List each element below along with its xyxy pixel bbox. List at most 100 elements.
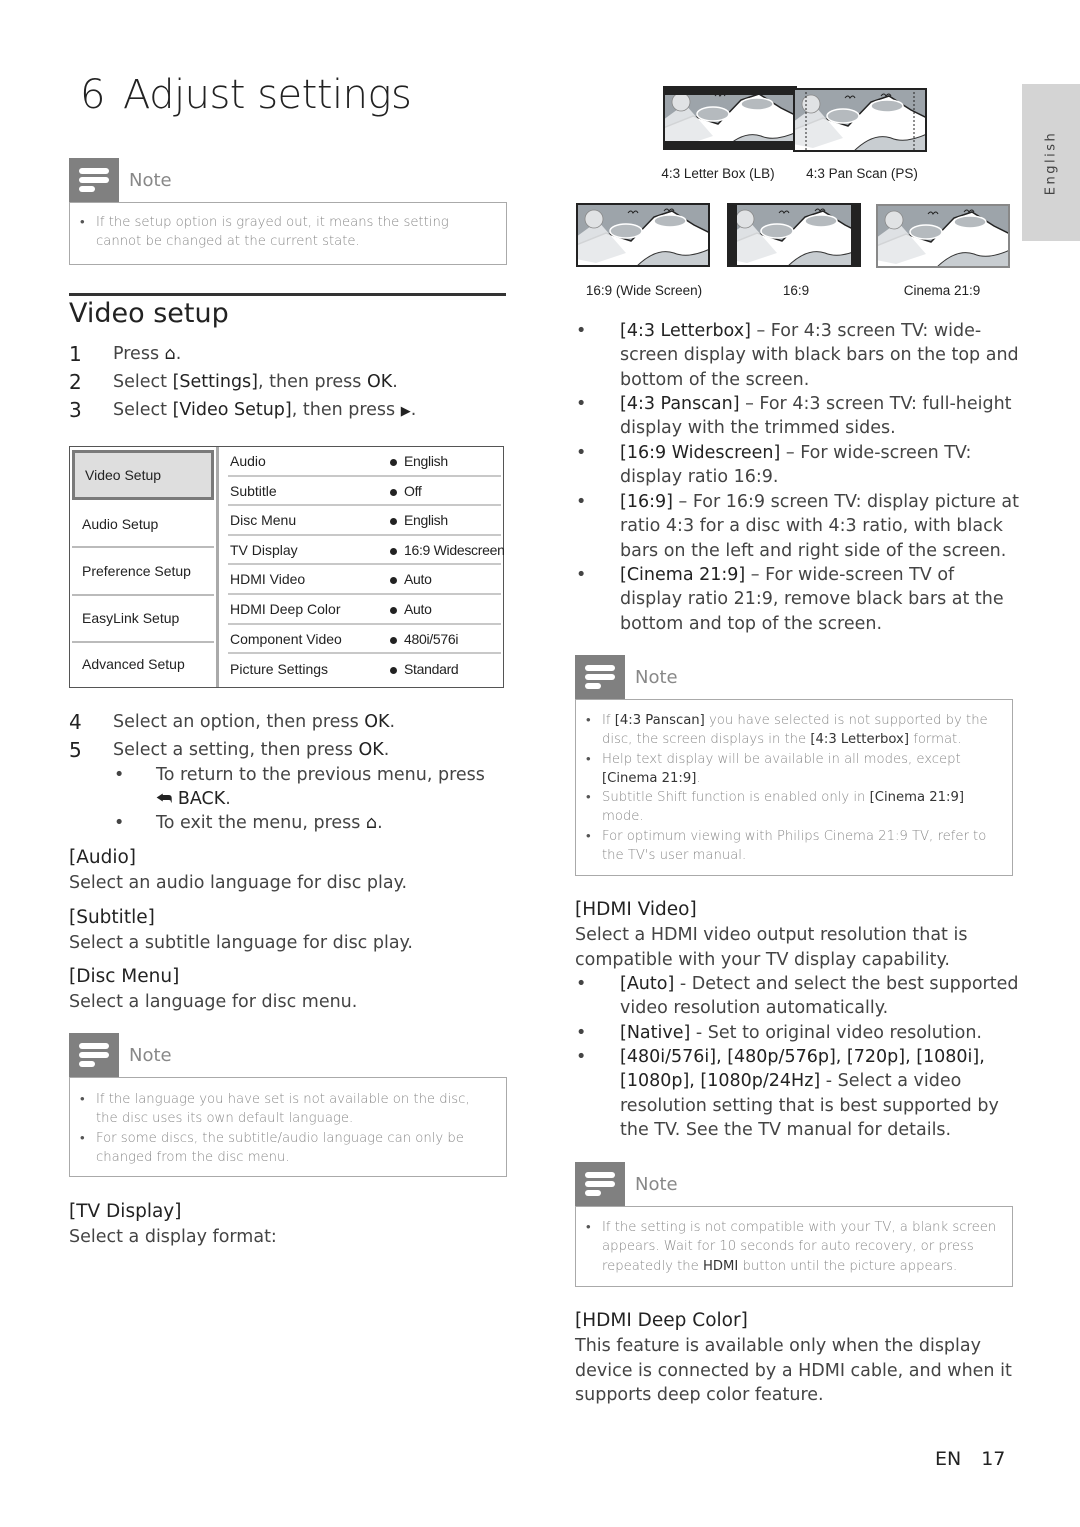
language-tab-label: English bbox=[1043, 130, 1059, 195]
step-number: 4 bbox=[69, 710, 82, 734]
play-icon: ▶ bbox=[400, 404, 411, 419]
option-bullet-icon bbox=[390, 667, 397, 674]
note-box: If [4:3 Panscan] you have selected is no… bbox=[575, 699, 1013, 876]
note-item: For some discs, the subtitle/audio langu… bbox=[76, 1129, 486, 1168]
note-item: For optimum viewing with Philips Cinema … bbox=[582, 827, 996, 866]
step-number: 5 bbox=[69, 738, 82, 762]
step-3: 3 Select [Video Setup], then press ▶. bbox=[69, 398, 417, 422]
note-item: If the setup option is grayed out, it me… bbox=[76, 213, 486, 252]
setting-desc-hdmi-video: Select a HDMI video output resolution th… bbox=[575, 925, 968, 970]
step-2: 2 Select [Settings], then press OK. bbox=[69, 370, 398, 394]
thumbnail-caption: 16:9 bbox=[782, 283, 810, 298]
setup-menu-screenshot: Video Setup Audio Setup Preference Setup… bbox=[69, 446, 505, 688]
setting-heading-disc-menu: [Disc Menu] bbox=[69, 966, 180, 987]
format-bullet-16-9: • [16:9] – For 16:9 screen TV: display pi… bbox=[576, 492, 1019, 561]
language-tab: English bbox=[1022, 84, 1080, 241]
option-bullet-icon bbox=[390, 488, 397, 496]
setting-desc-tv-display: Select a display format: bbox=[69, 1227, 277, 1247]
menu-option-component-video[interactable]: Component Video 480i/576i bbox=[228, 625, 501, 655]
thumbnail-panscan bbox=[793, 88, 927, 152]
setting-desc-audio: Select an audio language for disc play. bbox=[69, 873, 408, 893]
chapter-title: 6 Adjust settings bbox=[80, 72, 412, 118]
menu-option-picture-settings[interactable]: Picture Settings Standard bbox=[228, 655, 501, 685]
option-bullet-icon bbox=[390, 607, 397, 614]
format-bullet-letterbox: • [4:3 Letterbox] – For 4:3 screen TV: wi… bbox=[576, 321, 1019, 390]
page-number: 17 bbox=[981, 1448, 1006, 1470]
note-box: If the setup option is grayed out, it me… bbox=[69, 202, 507, 265]
note-item: If the language you have set is not avai… bbox=[76, 1090, 486, 1129]
format-bullet-cinema: • [Cinema 21:9] – For wide-screen TV of d… bbox=[576, 565, 1004, 634]
note-item: Help text display will be available in a… bbox=[582, 750, 996, 789]
menu-option-disc-menu[interactable]: Disc Menu English bbox=[228, 506, 501, 536]
thumbnail-letterbox bbox=[663, 86, 797, 150]
note-item: If the setting is not compatible with yo… bbox=[582, 1218, 998, 1276]
page-footer: EN 17 bbox=[935, 1448, 1005, 1470]
note-label: Note bbox=[129, 170, 172, 191]
sub-bullet-back: • To return to the previous menu, press … bbox=[114, 765, 485, 809]
back-icon: ⮪ bbox=[156, 789, 173, 809]
hdmi-bullet-native: • [Native] - Set to original video resolu… bbox=[576, 1023, 982, 1043]
menu-category-advanced-setup[interactable]: Advanced Setup bbox=[72, 641, 214, 687]
setting-heading-subtitle: [Subtitle] bbox=[69, 907, 155, 928]
menu-category-video-setup[interactable]: Video Setup bbox=[72, 450, 214, 500]
menu-options: Audio English Subtitle Off Disc Menu Englis… bbox=[220, 447, 505, 687]
thumbnail-cinema bbox=[876, 204, 1010, 268]
setting-desc-subtitle: Select a subtitle language for disc play… bbox=[69, 933, 413, 953]
note-label: Note bbox=[635, 1174, 678, 1195]
menu-divider bbox=[216, 447, 219, 687]
format-bullet-widescreen: • [16:9 Widescreen] – For wide-screen TV:… bbox=[576, 443, 972, 488]
hdmi-bullet-resolutions: • [480i/576i], [480p/576p], [720p], [1080… bbox=[576, 1047, 999, 1140]
step-number: 2 bbox=[69, 370, 82, 394]
chapter-title-text: Adjust settings bbox=[122, 72, 412, 118]
thumbnail-caption: 4:3 Pan Scan (PS) bbox=[806, 166, 918, 181]
note-item: Subtitle Shift function is enabled only … bbox=[582, 788, 996, 827]
menu-option-tv-display[interactable]: TV Display 16:9 Widescreen bbox=[228, 536, 505, 566]
note-icon bbox=[69, 1033, 119, 1077]
thumbnail-wide bbox=[576, 203, 710, 267]
setting-heading-hdmi-video: [HDMI Video] bbox=[575, 899, 697, 920]
option-bullet-icon bbox=[390, 459, 397, 466]
step-number: 3 bbox=[69, 398, 82, 422]
option-bullet-icon bbox=[390, 577, 397, 585]
note-label: Note bbox=[635, 667, 678, 688]
step-4: 4 Select an option, then press OK. bbox=[69, 710, 396, 734]
format-bullet-panscan: • [4:3 Panscan] – For 4:3 screen TV: full… bbox=[576, 394, 1012, 439]
menu-category-preference-setup[interactable]: Preference Setup bbox=[72, 548, 214, 594]
menu-option-hdmi-video[interactable]: HDMI Video Auto bbox=[228, 565, 501, 595]
thumbnail-caption: Cinema 21:9 bbox=[903, 283, 981, 298]
home-icon: ⌂ bbox=[365, 813, 378, 833]
option-bullet-icon bbox=[390, 547, 397, 555]
step-number: 1 bbox=[69, 342, 82, 366]
setting-heading-audio: [Audio] bbox=[69, 847, 137, 868]
note-icon bbox=[575, 1162, 625, 1206]
menu-categories: Video Setup Audio Setup Preference Setup… bbox=[70, 447, 216, 687]
thumbnail-caption: 16:9 (Wide Screen) bbox=[585, 283, 703, 298]
note-item: If [4:3 Panscan] you have selected is no… bbox=[582, 711, 996, 750]
option-bullet-icon bbox=[390, 518, 397, 526]
setting-desc-disc-menu: Select a language for disc menu. bbox=[69, 992, 358, 1012]
menu-category-audio-setup[interactable]: Audio Setup bbox=[72, 501, 214, 547]
setting-heading-tv-display: [TV Display] bbox=[69, 1201, 182, 1222]
thumbnail-pillarbox bbox=[727, 203, 861, 267]
sub-bullet-exit: • To exit the menu, press ⌂. bbox=[114, 813, 383, 833]
hdmi-bullet-auto: • [Auto] - Detect and select the best sup… bbox=[576, 974, 1019, 1019]
note-icon bbox=[69, 158, 119, 202]
thumbnail-caption: 4:3 Letter Box (LB) bbox=[661, 166, 775, 181]
home-icon: ⌂ bbox=[164, 344, 176, 364]
menu-option-subtitle[interactable]: Subtitle Off bbox=[228, 477, 501, 507]
option-bullet-icon bbox=[390, 636, 397, 644]
menu-option-audio[interactable]: Audio English bbox=[228, 447, 501, 477]
section-title: Video setup bbox=[69, 298, 229, 329]
step-5: 5 Select a setting, then press OK. bbox=[69, 738, 390, 762]
menu-category-easylink-setup[interactable]: EasyLink Setup bbox=[72, 595, 214, 641]
setting-desc-hdmi-deep-color: This feature is available only when the … bbox=[575, 1336, 1012, 1405]
note-label: Note bbox=[129, 1045, 172, 1066]
setting-heading-hdmi-deep-color: [HDMI Deep Color] bbox=[575, 1310, 748, 1331]
note-box: If the language you have set is not avai… bbox=[69, 1077, 507, 1177]
step-1: 1 Press ⌂. bbox=[69, 342, 182, 366]
chapter-number: 6 bbox=[80, 72, 105, 118]
footer-language: EN bbox=[935, 1448, 962, 1470]
menu-option-hdmi-deep-color[interactable]: HDMI Deep Color Auto bbox=[228, 595, 501, 625]
note-box: If the setting is not compatible with yo… bbox=[575, 1206, 1013, 1287]
note-icon bbox=[575, 655, 625, 699]
